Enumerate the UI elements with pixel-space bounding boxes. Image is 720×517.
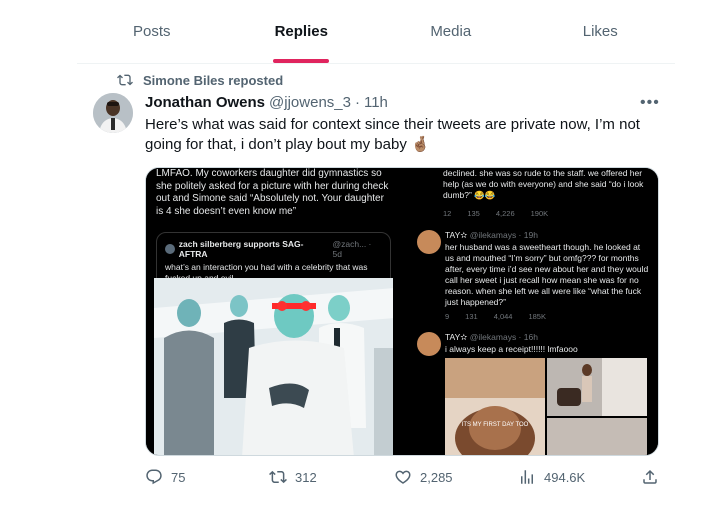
views-icon (521, 470, 533, 484)
stat-views: 190K (530, 209, 549, 218)
tab-label: Posts (132, 23, 171, 40)
author-name[interactable]: Jonathan Owens (145, 94, 265, 111)
mirror-photo (547, 358, 647, 416)
reply-handle: @ilekamays · 16h (469, 332, 538, 342)
reply-author: TAY✫ (445, 230, 468, 240)
repost-count: 312 (295, 469, 317, 485)
tab-likes[interactable]: Likes (526, 0, 676, 63)
view-count: 494.6K (544, 469, 586, 485)
reply-icon (146, 469, 162, 485)
repost-label: Simone Biles reposted (143, 72, 284, 88)
quote-header: zach silberberg supports SAG-AFTRA @zach… (165, 239, 382, 259)
repost-icon (269, 470, 287, 484)
heart-icon (395, 470, 411, 484)
stat-reposts: 131 (465, 312, 478, 321)
reply-header: TAY✫ @ilekamays · 19h (445, 230, 650, 241)
tab-media[interactable]: Media (376, 0, 526, 63)
like-button[interactable]: 2,285 (394, 468, 453, 486)
reply-avatar (417, 230, 441, 254)
screenshot-tweet-text: LMFAO. My coworkers daughter did gymnast… (156, 168, 389, 217)
share-icon (643, 469, 657, 484)
receipt-photo-2 (547, 358, 647, 416)
media-image-right[interactable]: declined. she was so rude to the staff. … (403, 168, 658, 455)
like-count: 2,285 (420, 469, 453, 485)
reply-handle: @ilekamays · 19h (469, 230, 538, 240)
screenshot-reply-2: TAY✫ @ilekamays · 16h i always keep a re… (417, 332, 650, 356)
meta-separator: · (354, 94, 360, 111)
reply-avatar (417, 332, 441, 356)
avatar[interactable] (93, 93, 133, 133)
post-text: Here’s what was said for context since t… (145, 116, 640, 153)
reply-button[interactable]: 75 (145, 468, 185, 486)
reply-text: her husband was a sweetheart though. he … (445, 242, 649, 307)
tab-label: Replies (274, 23, 328, 40)
quote-meta: @zach... · 5d (332, 239, 372, 259)
author-handle[interactable]: @jjowens_3 (269, 94, 351, 111)
stat-replies: 12 (443, 209, 452, 218)
tab-posts[interactable]: Posts (77, 0, 227, 63)
stat-views: 185K (528, 312, 546, 321)
screenshot-top-stats: 12 135 4,226 190K (443, 209, 548, 218)
receipt-photo-3 (547, 418, 647, 455)
tab-label: Likes (582, 23, 618, 40)
repost-icon (117, 74, 133, 86)
screenshot-top-text: declined. she was so rude to the staff. … (443, 168, 644, 200)
repost-indicator[interactable]: Simone Biles reposted (117, 72, 283, 88)
quote-avatar (165, 244, 175, 254)
post-time[interactable]: 11h (364, 94, 388, 111)
post-media[interactable]: LMFAO. My coworkers daughter did gymnast… (145, 167, 659, 456)
receipt-photo-1: ITS MY FIRST DAY TOO (445, 358, 545, 455)
reply-stats: 9 131 4,044 185K (445, 312, 650, 321)
stat-likes: 4,044 (493, 312, 513, 321)
active-tab-indicator (273, 59, 330, 63)
avatar-image (93, 93, 133, 133)
screenshot-photo (154, 278, 393, 455)
post-actions: 75 312 2,285 494.6K (145, 468, 665, 490)
stat-likes: 4,226 (495, 209, 515, 218)
inverted-photo-figures (154, 278, 393, 455)
reply-header: TAY✫ @ilekamays · 16h (445, 332, 650, 343)
more-options-button[interactable]: ••• (640, 94, 660, 112)
screenshot-reply-1: TAY✫ @ilekamays · 19h her husband was a … (417, 230, 650, 321)
share-button[interactable] (641, 468, 659, 486)
views-button[interactable]: 494.6K (518, 468, 585, 486)
quote-author: zach silberberg supports SAG-AFTRA (178, 239, 304, 259)
media-image-left[interactable]: LMFAO. My coworkers daughter did gymnast… (146, 168, 401, 455)
reply-text: i always keep a receipt!!!!!! lmfaooo (445, 344, 578, 354)
profile-tabs: Posts Replies Media Likes (77, 0, 675, 64)
reply-author: TAY✫ (445, 332, 468, 342)
tab-label: Media (430, 23, 472, 40)
selfie-photo (445, 358, 545, 455)
photo-caption: ITS MY FIRST DAY TOO (461, 422, 529, 428)
stat-replies: 9 (445, 312, 450, 321)
tab-replies[interactable]: Replies (227, 0, 377, 63)
post-header: Jonathan Owens @jjowens_3 · 11h (145, 94, 388, 111)
repost-button[interactable]: 312 (269, 468, 317, 486)
reply-count: 75 (171, 469, 186, 485)
stat-reposts: 135 (467, 209, 480, 218)
